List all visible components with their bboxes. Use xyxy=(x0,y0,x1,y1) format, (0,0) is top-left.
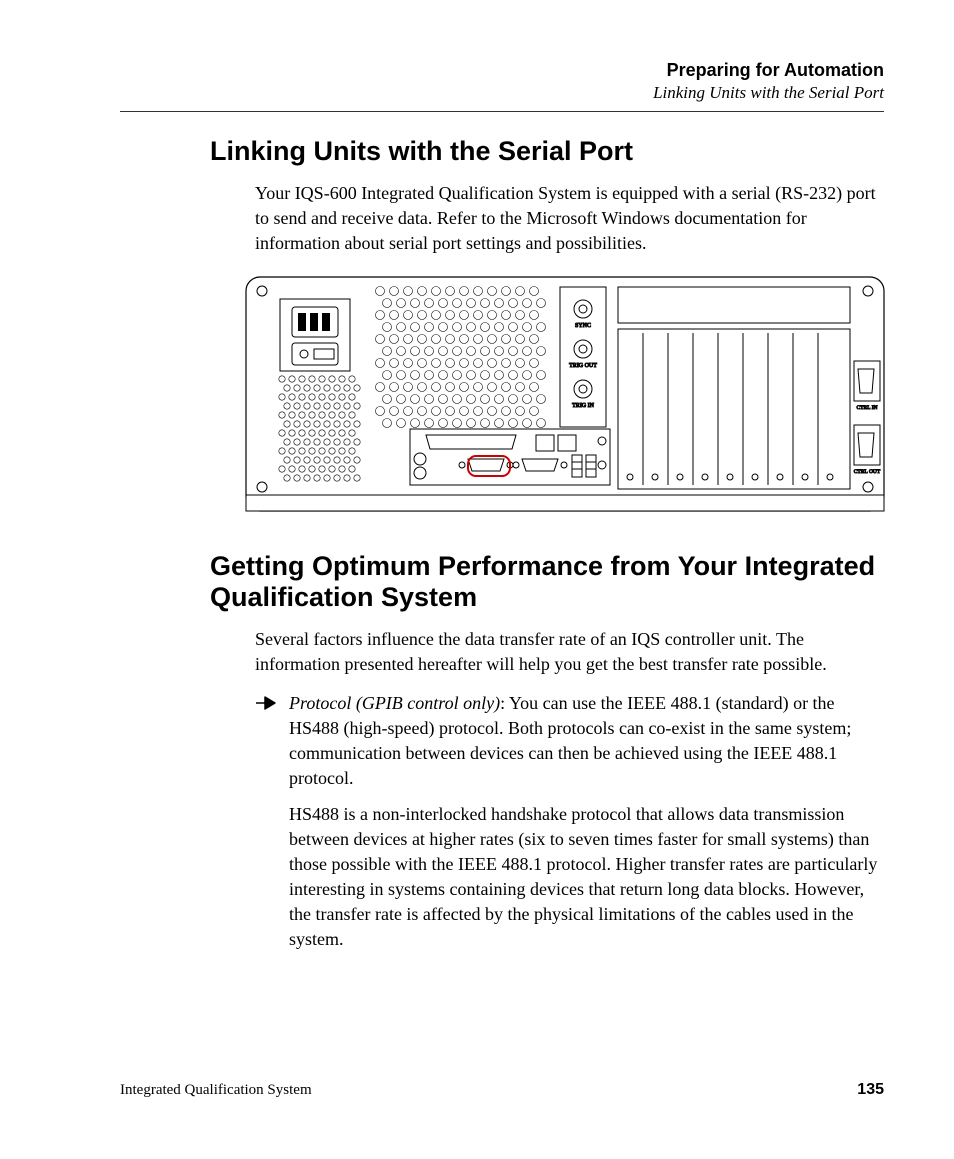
rear-panel-illustration: SYNC TRIG OUT TRIG IN xyxy=(240,269,890,519)
chapter-title: Preparing for Automation xyxy=(120,60,884,81)
section-title: Linking Units with the Serial Port xyxy=(120,83,884,103)
bullet-text: Protocol (GPIB control only): You can us… xyxy=(289,691,884,951)
page-footer: Integrated Qualification System 135 xyxy=(120,1081,884,1099)
document-page: Preparing for Automation Linking Units w… xyxy=(0,0,954,1159)
paragraph: Several factors influence the data trans… xyxy=(255,627,884,677)
label-trig-in: TRIG IN xyxy=(572,403,594,409)
bullet-follow-paragraph: HS488 is a non-interlocked handshake pro… xyxy=(289,802,884,951)
label-ctrl-in: CTRL IN xyxy=(856,405,877,411)
body-block-1: Your IQS-600 Integrated Qualification Sy… xyxy=(255,181,884,255)
bullet-arrow-icon xyxy=(255,691,277,951)
footer-doc-title: Integrated Qualification System xyxy=(120,1082,312,1099)
figure-rear-panel: SYNC TRIG OUT TRIG IN xyxy=(240,269,884,519)
bullet-lead: Protocol (GPIB control only) xyxy=(289,693,500,713)
heading-linking-units: Linking Units with the Serial Port xyxy=(210,136,884,167)
label-sync: SYNC xyxy=(575,323,591,329)
running-head: Preparing for Automation Linking Units w… xyxy=(120,60,884,103)
label-trig-out: TRIG OUT xyxy=(569,363,597,369)
body-block-2: Several factors influence the data trans… xyxy=(255,627,884,951)
header-rule xyxy=(120,111,884,112)
heading-optimum-performance: Getting Optimum Performance from Your In… xyxy=(210,551,884,613)
paragraph: Your IQS-600 Integrated Qualification Sy… xyxy=(255,181,884,255)
bullet-item: Protocol (GPIB control only): You can us… xyxy=(255,691,884,951)
page-number: 135 xyxy=(857,1081,884,1099)
serial-port-highlight-icon xyxy=(467,455,511,477)
label-ctrl-out: CTRL OUT xyxy=(854,469,881,475)
